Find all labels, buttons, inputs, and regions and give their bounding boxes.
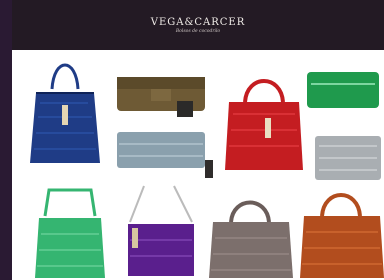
- product-cognac-handbag[interactable]: [300, 186, 384, 280]
- product-taupe-doctor-bag[interactable]: [207, 192, 295, 280]
- brand-logo[interactable]: VEGA&CARCER: [151, 17, 246, 28]
- product-navy-bucket-bag[interactable]: [28, 53, 102, 165]
- product-grid: [12, 50, 384, 280]
- product-olive-clutch[interactable]: [115, 75, 207, 119]
- product-purple-crossbody[interactable]: [120, 178, 204, 280]
- product-grey-wallet[interactable]: [313, 134, 383, 182]
- site-header: VEGA&CARCER Bolsos de cocodrilo: [12, 0, 384, 50]
- product-grey-clutch[interactable]: [115, 130, 215, 180]
- product-green-shoulder-bag[interactable]: [31, 178, 109, 280]
- product-red-handbag[interactable]: [223, 70, 305, 174]
- brand-tagline: Bolsos de cocodrilo: [175, 28, 221, 34]
- product-green-wallet[interactable]: [305, 70, 381, 112]
